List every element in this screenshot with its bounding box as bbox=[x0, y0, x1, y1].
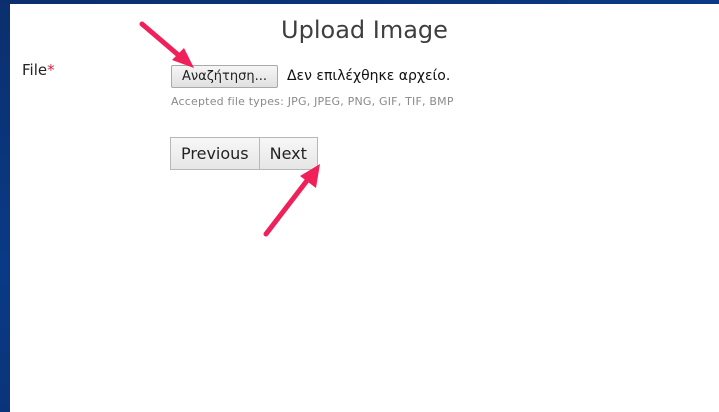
next-button[interactable]: Next bbox=[259, 137, 318, 170]
accepted-types-hint: Accepted file types: JPG, JPEG, PNG, GIF… bbox=[171, 95, 454, 108]
browse-button[interactable]: Αναζήτηση... bbox=[171, 64, 278, 88]
file-status-text: Δεν επιλέχθηκε αρχείο. bbox=[286, 68, 451, 84]
required-marker: * bbox=[47, 61, 55, 79]
file-field-label: File* bbox=[22, 61, 55, 79]
upload-panel: Upload Image File* Αναζήτηση... Δεν επιλ… bbox=[10, 4, 719, 412]
file-input[interactable]: Αναζήτηση... Δεν επιλέχθηκε αρχείο. bbox=[171, 64, 450, 88]
wizard-navigation: Previous Next bbox=[170, 137, 318, 170]
previous-button[interactable]: Previous bbox=[170, 137, 260, 170]
page-title: Upload Image bbox=[281, 16, 448, 44]
file-label-text: File bbox=[22, 61, 48, 79]
